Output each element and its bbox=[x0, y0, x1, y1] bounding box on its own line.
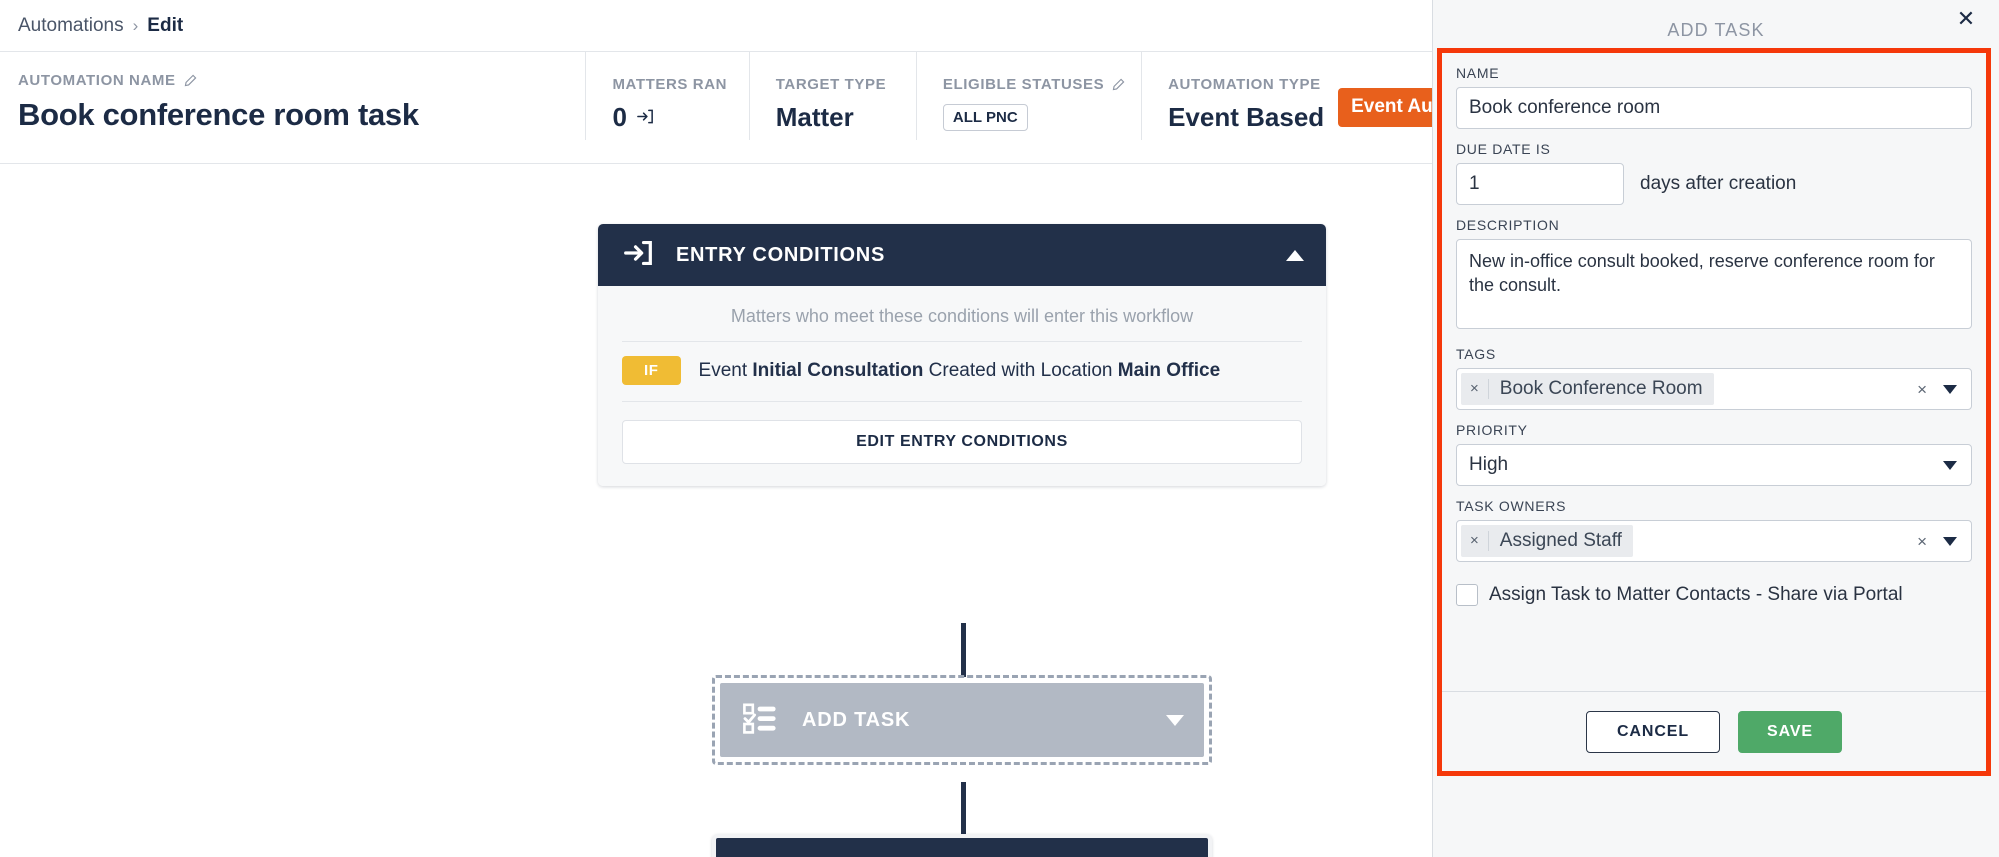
checklist-icon bbox=[742, 701, 778, 740]
due-date-input[interactable] bbox=[1456, 163, 1624, 205]
edit-entry-conditions-button[interactable]: EDIT ENTRY CONDITIONS bbox=[622, 420, 1302, 464]
entry-condition-rule-row: IF Event Initial Consultation Created wi… bbox=[622, 342, 1302, 402]
highlight-box: NAME DUE DATE IS days after creation DES… bbox=[1437, 48, 1991, 776]
close-icon[interactable]: ✕ bbox=[1953, 6, 1979, 32]
automation-name-block: AUTOMATION NAME Book conference room tas… bbox=[0, 52, 585, 133]
entry-conditions-title: ENTRY CONDITIONS bbox=[676, 244, 1286, 267]
stat-target-type: TARGET TYPE Matter bbox=[749, 52, 916, 140]
if-chip: IF bbox=[622, 356, 681, 385]
description-textarea[interactable]: New in-office consult booked, reserve co… bbox=[1456, 239, 1972, 329]
stat-matters-ran: MATTERS RAN 0 bbox=[585, 52, 748, 140]
caret-up-icon[interactable] bbox=[1286, 250, 1304, 261]
rule-middle: Created with Location bbox=[923, 360, 1117, 381]
exit-conditions-header[interactable]: EXIT CONDITIONS bbox=[716, 838, 1208, 857]
stat-matters-ran-value-wrap: 0 bbox=[612, 102, 748, 133]
portal-checkbox[interactable] bbox=[1456, 584, 1478, 606]
stat-automation-type: AUTOMATION TYPE Event Based Event Auto bbox=[1141, 52, 1432, 140]
clear-icon[interactable]: × bbox=[1917, 380, 1927, 400]
rule-event-name: Initial Consultation bbox=[752, 360, 923, 381]
owner-chip-label: Assigned Staff bbox=[1489, 530, 1633, 552]
add-task-node[interactable]: ADD TASK bbox=[712, 675, 1212, 765]
portal-checkbox-row[interactable]: Assign Task to Matter Contacts - Share v… bbox=[1456, 584, 1972, 606]
owner-chip: × Assigned Staff bbox=[1461, 525, 1633, 557]
caret-down-icon[interactable] bbox=[1943, 537, 1957, 546]
status-badge: ALL PNC bbox=[943, 104, 1028, 131]
task-owners-label: TASK OWNERS bbox=[1456, 498, 1972, 514]
due-date-suffix: days after creation bbox=[1640, 173, 1796, 195]
tag-chip: × Book Conference Room bbox=[1461, 373, 1714, 405]
connector-line bbox=[961, 623, 966, 677]
stat-eligible-statuses-label: ELIGIBLE STATUSES bbox=[943, 76, 1141, 93]
add-task-form: NAME DUE DATE IS days after creation DES… bbox=[1442, 53, 1986, 606]
chip-close-icon[interactable]: × bbox=[1461, 531, 1489, 551]
event-automation-badge: Event Auto bbox=[1338, 88, 1432, 127]
priority-value: High bbox=[1469, 454, 1508, 476]
exit-conditions-card[interactable]: EXIT CONDITIONS bbox=[712, 834, 1212, 857]
stat-target-type-label: TARGET TYPE bbox=[776, 76, 916, 93]
entry-conditions-header[interactable]: ENTRY CONDITIONS bbox=[598, 224, 1326, 286]
priority-select[interactable]: High bbox=[1456, 444, 1972, 486]
breadcrumb-current: Edit bbox=[147, 15, 183, 37]
add-task-node-inner[interactable]: ADD TASK bbox=[720, 683, 1204, 757]
pencil-icon[interactable] bbox=[1111, 78, 1125, 92]
chip-close-icon[interactable]: × bbox=[1461, 379, 1489, 399]
stat-target-type-value: Matter bbox=[776, 102, 916, 133]
caret-down-icon[interactable] bbox=[1166, 715, 1184, 726]
priority-label: PRIORITY bbox=[1456, 422, 1972, 438]
panel-header: ADD TASK ✕ bbox=[1433, 0, 1999, 48]
rule-prefix: Event bbox=[699, 360, 753, 381]
due-date-label: DUE DATE IS bbox=[1456, 141, 1972, 157]
description-label: DESCRIPTION bbox=[1456, 217, 1972, 233]
pencil-icon[interactable] bbox=[183, 74, 197, 88]
app-screen: Automations › Edit AUTOMATION NAME Book … bbox=[0, 0, 1999, 857]
page-title: Book conference room task bbox=[18, 97, 585, 133]
stat-matters-ran-value: 0 bbox=[612, 102, 626, 133]
tags-label: TAGS bbox=[1456, 346, 1972, 362]
cancel-button[interactable]: CANCEL bbox=[1586, 711, 1720, 753]
entry-conditions-subtitle: Matters who meet these conditions will e… bbox=[622, 306, 1302, 342]
breadcrumb-automations-link[interactable]: Automations bbox=[18, 15, 124, 37]
tags-multiselect[interactable]: × Book Conference Room × bbox=[1456, 368, 1972, 410]
stat-matters-ran-label: MATTERS RAN bbox=[612, 76, 748, 93]
entry-condition-rule-text: Event Initial Consultation Created with … bbox=[699, 360, 1221, 382]
due-date-row: days after creation bbox=[1456, 163, 1972, 205]
save-button[interactable]: SAVE bbox=[1738, 711, 1842, 753]
tag-chip-label: Book Conference Room bbox=[1489, 378, 1714, 400]
main-content: Automations › Edit AUTOMATION NAME Book … bbox=[0, 0, 1432, 857]
automation-header: AUTOMATION NAME Book conference room tas… bbox=[0, 52, 1432, 164]
portal-checkbox-label: Assign Task to Matter Contacts - Share v… bbox=[1489, 584, 1903, 606]
breadcrumb-separator-icon: › bbox=[133, 16, 139, 36]
automation-name-label: AUTOMATION NAME bbox=[18, 72, 585, 89]
panel-title: ADD TASK bbox=[1433, 0, 1999, 41]
breadcrumb: Automations › Edit bbox=[0, 0, 1432, 52]
enter-arrow-icon bbox=[636, 102, 655, 133]
workflow-canvas: ENTRY CONDITIONS Matters who meet these … bbox=[0, 164, 1432, 857]
stat-eligible-statuses: ELIGIBLE STATUSES ALL PNC bbox=[916, 52, 1141, 140]
add-task-panel: ADD TASK ✕ NAME DUE DATE IS days after c… bbox=[1432, 0, 1999, 857]
caret-down-icon[interactable] bbox=[1943, 461, 1957, 470]
panel-footer: CANCEL SAVE bbox=[1442, 691, 1986, 771]
task-name-input[interactable] bbox=[1456, 87, 1972, 129]
connector-line bbox=[961, 782, 966, 834]
name-label: NAME bbox=[1456, 65, 1972, 81]
clear-icon[interactable]: × bbox=[1917, 532, 1927, 552]
add-task-node-title: ADD TASK bbox=[802, 709, 1166, 732]
entry-conditions-body: Matters who meet these conditions will e… bbox=[598, 286, 1326, 486]
stat-eligible-statuses-label-text: ELIGIBLE STATUSES bbox=[943, 76, 1104, 93]
enter-arrow-icon bbox=[622, 237, 654, 274]
caret-down-icon[interactable] bbox=[1943, 385, 1957, 394]
entry-conditions-card: ENTRY CONDITIONS Matters who meet these … bbox=[598, 224, 1326, 486]
automation-name-label-text: AUTOMATION NAME bbox=[18, 72, 176, 89]
task-owners-multiselect[interactable]: × Assigned Staff × bbox=[1456, 520, 1972, 562]
rule-location: Main Office bbox=[1118, 360, 1220, 381]
